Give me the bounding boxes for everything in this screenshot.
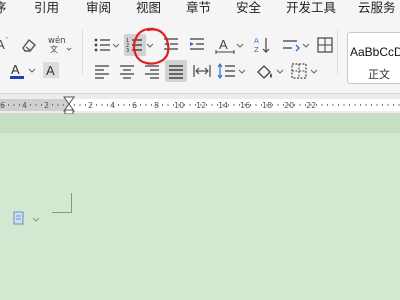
numbering-button[interactable]: 123 — [124, 34, 146, 56]
font-shrink-icon: Aˇ — [0, 37, 9, 52]
align-right-icon — [145, 65, 159, 79]
increase-indent-icon — [190, 38, 204, 50]
svg-text:Z: Z — [254, 46, 259, 54]
line-spacing-dropdown[interactable] — [238, 60, 246, 82]
sort-button[interactable]: AZ — [251, 34, 273, 56]
chevron-down-icon — [276, 69, 284, 74]
svg-text:A: A — [46, 63, 55, 78]
align-left-icon — [95, 65, 109, 79]
chevron-down-icon — [112, 43, 120, 48]
ruler-margin-left — [0, 99, 69, 111]
svg-text:ˇ: ˇ — [5, 37, 9, 45]
decrease-indent-icon — [164, 38, 178, 50]
align-center-button[interactable] — [116, 60, 138, 82]
text-direction-button[interactable] — [280, 34, 302, 56]
chevron-down-icon — [238, 69, 246, 74]
text-direction-icon — [283, 40, 300, 52]
character-spacing-dropdown[interactable] — [236, 34, 244, 56]
tab-references[interactable]: 引用 — [34, 0, 59, 18]
bulleted-list-icon — [94, 38, 110, 52]
borders-icon — [291, 63, 307, 79]
margin-corner-mark — [52, 193, 72, 213]
ruler-marks: 6 4 2 2 4 6 8 10 12 14 16 18 20 22 — [0, 96, 400, 114]
chevron-down-icon — [146, 43, 154, 48]
font-shrink-button[interactable]: Aˇ — [0, 34, 14, 56]
align-center-icon — [120, 65, 134, 79]
shading-button[interactable] — [254, 60, 276, 82]
align-left-button[interactable] — [91, 60, 113, 82]
svg-text:A: A — [254, 37, 259, 45]
paste-options-icon[interactable] — [12, 210, 42, 226]
font-color-button[interactable]: A — [6, 59, 28, 81]
tab-chapter[interactable]: 章节 — [186, 0, 211, 18]
distributed-align-button[interactable] — [191, 60, 213, 82]
paint-bucket-icon — [257, 65, 272, 79]
text-direction-dropdown[interactable] — [302, 34, 310, 56]
eraser-icon — [22, 38, 36, 52]
increase-indent-button[interactable] — [186, 34, 208, 56]
tab-review[interactable]: 审阅 — [86, 0, 111, 18]
align-right-button[interactable] — [141, 60, 163, 82]
svg-text:文: 文 — [50, 44, 58, 54]
tab-developer-tools[interactable]: 开发工具 — [286, 0, 336, 18]
table-grid-icon — [317, 37, 333, 53]
style-gallery[interactable]: AaBbCcD 正文 — [347, 32, 400, 84]
numbering-dropdown[interactable] — [146, 34, 154, 56]
distributed-align-icon — [193, 65, 211, 77]
separator — [337, 30, 338, 74]
justify-icon — [169, 65, 183, 79]
page-top-margin — [0, 114, 400, 133]
style-sample-text: AaBbCcD — [350, 45, 400, 59]
character-spacing-button[interactable]: A — [214, 34, 236, 56]
pinyin-guide-icon: wén文 — [48, 35, 72, 54]
sort-az-icon: AZ — [254, 37, 270, 54]
character-shading-button[interactable]: A — [40, 59, 62, 81]
pinyin-guide-button[interactable]: wén 文 — [45, 32, 75, 54]
tab-fragment[interactable]: 序 — [0, 0, 7, 18]
svg-text:A: A — [11, 62, 20, 77]
line-spacing-icon — [217, 63, 235, 79]
character-shading-icon: A — [43, 62, 59, 78]
justify-button[interactable] — [165, 60, 187, 82]
chevron-down-icon — [28, 68, 36, 73]
table-button[interactable] — [314, 34, 336, 56]
bullets-dropdown[interactable] — [112, 34, 120, 56]
borders-dropdown[interactable] — [310, 60, 318, 82]
decrease-indent-button[interactable] — [160, 34, 182, 56]
svg-text:3: 3 — [126, 48, 129, 54]
chevron-down-icon — [302, 43, 310, 48]
chevron-down-icon — [236, 43, 244, 48]
borders-button[interactable] — [288, 60, 310, 82]
tab-security[interactable]: 安全 — [236, 0, 261, 18]
font-color-icon: A — [10, 62, 24, 79]
clear-format-button[interactable] — [18, 34, 40, 56]
chevron-down-icon — [310, 69, 318, 74]
font-color-dropdown[interactable] — [28, 59, 36, 81]
separator — [82, 30, 83, 74]
tab-cloud-services[interactable]: 云服务 — [358, 0, 396, 18]
character-spacing-icon: A — [215, 37, 235, 54]
document-canvas[interactable] — [0, 114, 400, 300]
style-name-normal: 正文 — [368, 68, 390, 81]
menu-bar: 序 引用 审阅 视图 章节 安全 开发工具 云服务 — [0, 0, 400, 22]
numbered-list-icon: 123 — [126, 38, 142, 54]
svg-text:A: A — [219, 37, 228, 52]
line-spacing-button[interactable] — [216, 60, 238, 82]
bullets-button[interactable] — [91, 34, 113, 56]
tab-view[interactable]: 视图 — [136, 0, 161, 18]
shading-dropdown[interactable] — [276, 60, 284, 82]
